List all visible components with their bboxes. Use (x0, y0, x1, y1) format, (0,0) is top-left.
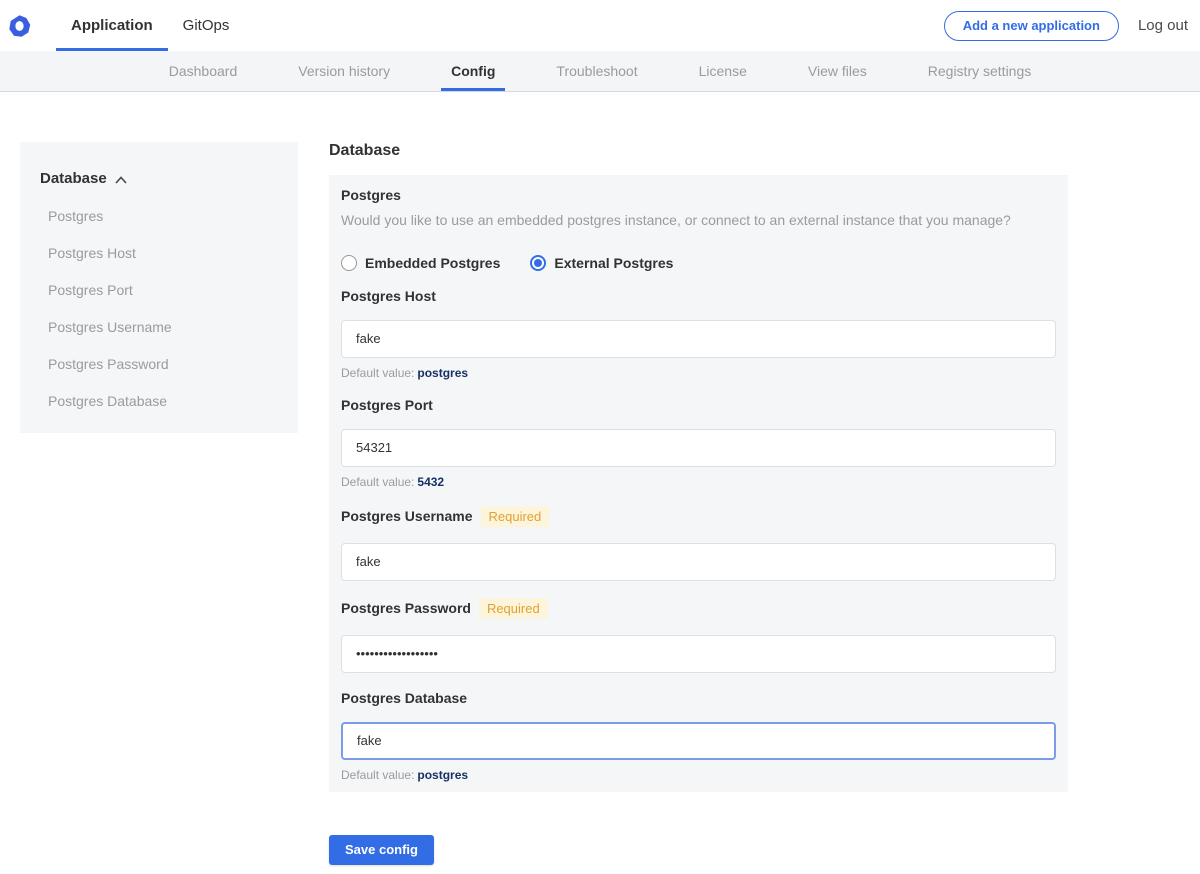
topnav-right: Add a new application Log out (944, 0, 1188, 51)
logout-link[interactable]: Log out (1138, 17, 1188, 34)
field-label: Postgres Host (341, 288, 436, 304)
app-sub-navbar: Dashboard Version history Config Trouble… (0, 51, 1200, 92)
postgres-group-label: Postgres (341, 187, 1056, 203)
radio-unselected-icon[interactable] (341, 255, 357, 271)
radio-selected-icon[interactable] (530, 255, 546, 271)
sidebar-item-postgres-host[interactable]: Postgres Host (40, 245, 278, 261)
field-label: Postgres Username (341, 508, 473, 524)
sidebar-item-postgres[interactable]: Postgres (40, 208, 278, 224)
default-value-helper: Default value:postgres (341, 366, 1056, 380)
default-value-helper: Default value:postgres (341, 768, 1056, 782)
postgres-host-input[interactable] (341, 320, 1056, 358)
radio-external-postgres[interactable]: External Postgres (530, 255, 673, 271)
topnav-tab-application[interactable]: Application (56, 0, 168, 51)
sidebar-group-database[interactable]: Database (40, 170, 278, 187)
tab-view-files[interactable]: View files (798, 51, 877, 91)
required-badge: Required (481, 506, 550, 527)
topnav-tab-gitops[interactable]: GitOps (168, 0, 245, 51)
sidebar-items: Postgres Postgres Host Postgres Port Pos… (40, 208, 278, 409)
sidebar-item-postgres-database[interactable]: Postgres Database (40, 393, 278, 409)
save-config-button[interactable]: Save config (329, 835, 434, 865)
sidebar-group-label: Database (40, 170, 107, 187)
field-postgres-port: Postgres Port Default value:5432 (341, 397, 1056, 489)
sidebar-item-postgres-username[interactable]: Postgres Username (40, 319, 278, 335)
field-label: Postgres Password (341, 600, 471, 616)
tab-config[interactable]: Config (441, 51, 505, 91)
app-logo-icon (8, 14, 31, 38)
postgres-group-description: Would you like to use an embedded postgr… (341, 211, 1056, 231)
radio-embedded-postgres[interactable]: Embedded Postgres (341, 255, 500, 271)
field-label: Postgres Port (341, 397, 433, 413)
tab-version-history[interactable]: Version history (288, 51, 400, 91)
field-label: Postgres Database (341, 690, 467, 706)
postgres-radio-group: Embedded Postgres External Postgres (341, 255, 1056, 271)
field-postgres-database: Postgres Database Default value:postgres (341, 690, 1056, 782)
radio-label: Embedded Postgres (365, 255, 500, 271)
sidebar-item-postgres-port[interactable]: Postgres Port (40, 282, 278, 298)
postgres-database-input[interactable] (341, 722, 1056, 760)
tab-troubleshoot[interactable]: Troubleshoot (546, 51, 647, 91)
app-logo[interactable] (8, 0, 31, 51)
required-badge: Required (479, 598, 548, 619)
postgres-password-input[interactable] (341, 635, 1056, 673)
radio-label: External Postgres (554, 255, 673, 271)
postgres-username-input[interactable] (341, 543, 1056, 581)
field-postgres-password: Postgres Password Required (341, 598, 1056, 673)
section-heading: Database (329, 142, 1068, 160)
chevron-up-icon (115, 174, 127, 184)
tab-registry-settings[interactable]: Registry settings (918, 51, 1041, 91)
topnav-tabs: Application GitOps (56, 0, 244, 51)
default-value-helper: Default value:5432 (341, 475, 1056, 489)
tab-dashboard[interactable]: Dashboard (159, 51, 248, 91)
add-new-application-button[interactable]: Add a new application (944, 11, 1119, 41)
tab-license[interactable]: License (689, 51, 757, 91)
content-area: Database Postgres Postgres Host Postgres… (0, 92, 1200, 865)
field-postgres-host: Postgres Host Default value:postgres (341, 288, 1056, 380)
sidebar-item-postgres-password[interactable]: Postgres Password (40, 356, 278, 372)
top-navbar: Application GitOps Add a new application… (0, 0, 1200, 51)
config-sidebar: Database Postgres Postgres Host Postgres… (20, 142, 298, 433)
config-group-box: Postgres Would you like to use an embedd… (329, 175, 1068, 792)
field-postgres-username: Postgres Username Required (341, 506, 1056, 581)
config-main: Database Postgres Would you like to use … (329, 142, 1068, 865)
postgres-port-input[interactable] (341, 429, 1056, 467)
